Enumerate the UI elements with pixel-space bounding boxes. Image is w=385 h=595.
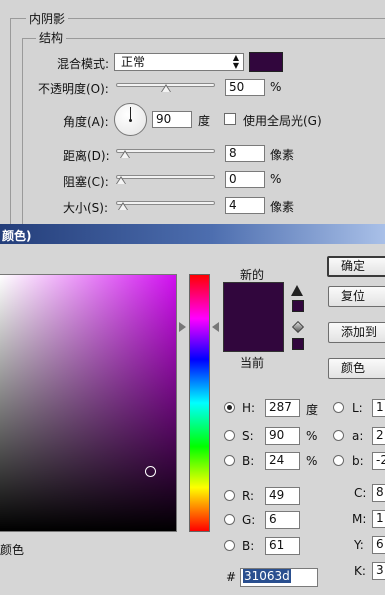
saturation-radio[interactable] (224, 430, 235, 441)
lab-l-radio[interactable] (333, 402, 344, 413)
hex-value-selected: 31063d (243, 569, 291, 583)
green-radio[interactable] (224, 514, 235, 525)
red-input[interactable]: 49 (265, 487, 300, 505)
distance-slider-thumb[interactable] (119, 150, 130, 158)
distance-unit: 像素 (270, 148, 295, 162)
blue-label: B: (242, 539, 255, 553)
hue-label: H: (242, 401, 256, 415)
new-color-label: 新的 (240, 268, 265, 282)
size-input[interactable]: 4 (225, 197, 265, 214)
saturation-unit: % (306, 429, 318, 443)
lab-b-label: b: (352, 454, 364, 468)
size-unit: 像素 (270, 200, 295, 214)
brightness-input[interactable]: 24 (265, 452, 300, 470)
yellow-input[interactable]: 6 (372, 536, 385, 554)
reset-button[interactable]: 复位 (328, 286, 385, 307)
green-input[interactable]: 6 (265, 511, 300, 529)
lab-b-input[interactable]: -2 (372, 452, 385, 470)
hue-unit: 度 (306, 403, 319, 417)
choke-slider-track[interactable] (116, 175, 215, 179)
size-slider-track[interactable] (116, 201, 215, 205)
color-field[interactable] (0, 274, 177, 532)
blue-radio[interactable] (224, 540, 235, 551)
distance-input[interactable]: 8 (225, 145, 265, 162)
blend-mode-label: 混合模式: (57, 57, 110, 71)
magenta-label: M: (352, 512, 367, 526)
gamut-swatch[interactable] (292, 300, 304, 312)
color-field-marker[interactable] (145, 466, 156, 477)
angle-label: 角度(A): (63, 115, 109, 129)
web-safe-swatch[interactable] (292, 338, 304, 350)
current-color-label: 当前 (240, 356, 265, 370)
choke-slider-thumb[interactable] (116, 176, 126, 184)
angle-unit: 度 (198, 114, 211, 128)
hue-radio[interactable] (224, 402, 235, 413)
magenta-input[interactable]: 1 (372, 510, 385, 528)
black-input[interactable]: 3 (372, 562, 385, 580)
new-color-swatch (223, 282, 284, 317)
hue-slider-right-arrow[interactable] (212, 322, 219, 332)
choke-input[interactable]: 0 (225, 171, 265, 188)
distance-label: 距离(D): (63, 149, 110, 163)
hue-slider[interactable] (189, 274, 210, 532)
color-field-caption: 颜色 (0, 543, 25, 557)
lab-a-input[interactable]: 2 (372, 427, 385, 445)
hue-slider-left-arrow[interactable] (179, 322, 186, 332)
saturation-input[interactable]: 90 (265, 427, 300, 445)
color-picker-titlebar[interactable]: 颜色) (0, 224, 385, 244)
gamut-warning-icon[interactable] (291, 285, 303, 296)
color-libraries-button[interactable]: 颜色 (328, 358, 385, 379)
opacity-slider-thumb[interactable] (160, 84, 171, 92)
hue-input[interactable]: 287 (265, 399, 300, 417)
lab-b-radio[interactable] (333, 455, 344, 466)
opacity-label: 不透明度(O): (38, 82, 109, 96)
blend-mode-select[interactable]: 正常 ▲ ▼ (114, 53, 244, 71)
size-label: 大小(S): (63, 201, 109, 215)
angle-dial-center (129, 119, 132, 122)
global-light-checkbox[interactable] (224, 113, 236, 125)
hex-input[interactable]: 31063d (240, 568, 318, 587)
black-label: K: (354, 564, 366, 578)
brightness-unit: % (306, 454, 318, 468)
lab-a-radio[interactable] (333, 430, 344, 441)
distance-slider-track[interactable] (116, 149, 215, 153)
ok-button[interactable]: 确定 (327, 256, 385, 277)
blend-mode-value: 正常 (121, 55, 146, 69)
blend-color-swatch[interactable] (249, 52, 283, 72)
cyan-input[interactable]: 8 (372, 484, 385, 502)
brightness-radio[interactable] (224, 455, 235, 466)
blue-input[interactable]: 61 (265, 537, 300, 555)
global-light-label[interactable]: 使用全局光(G) (243, 112, 322, 129)
layer-style-panel: 内阴影 结构 混合模式: 正常 ▲ ▼ 不透明度(O): 50 % 角度(A): … (0, 0, 385, 228)
choke-label: 阻塞(C): (63, 175, 109, 189)
brightness-label: B: (242, 454, 255, 468)
opacity-input[interactable]: 50 (225, 79, 265, 96)
lab-a-label: a: (352, 429, 364, 443)
select-arrows-icon: ▲ ▼ (232, 53, 239, 70)
red-label: R: (242, 489, 255, 503)
current-color-swatch[interactable] (223, 317, 284, 352)
lab-l-input[interactable]: 1 (372, 399, 385, 417)
structure-title: 结构 (36, 29, 67, 46)
opacity-unit: % (270, 80, 282, 94)
yellow-label: Y: (354, 538, 364, 552)
web-safe-cube-icon[interactable] (291, 320, 305, 334)
color-picker-dialog: 颜色) 颜色 新的 当前 确定 复位 添加到 颜色 H: 287 度 S: 90… (0, 224, 385, 595)
color-picker-title: 颜色) (2, 229, 32, 243)
hex-label: # (226, 570, 237, 584)
size-slider-thumb[interactable] (117, 202, 128, 210)
choke-unit: % (270, 172, 282, 186)
saturation-label: S: (242, 429, 254, 443)
inner-shadow-title: 内阴影 (26, 10, 69, 27)
add-to-swatches-button[interactable]: 添加到 (328, 322, 385, 343)
angle-dial[interactable] (114, 103, 147, 136)
red-radio[interactable] (224, 490, 235, 501)
lab-l-label: L: (352, 401, 363, 415)
angle-input[interactable]: 90 (152, 111, 192, 128)
green-label: G: (242, 513, 256, 527)
cyan-label: C: (354, 486, 367, 500)
